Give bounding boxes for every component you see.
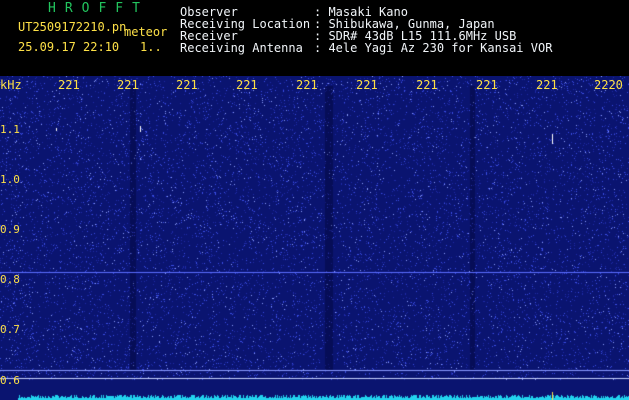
spectrogram-canvas <box>0 76 629 400</box>
freq-label: 0.6 <box>0 374 20 387</box>
file-name: UT2509172210.pn <box>18 20 127 34</box>
mode-label: meteor <box>124 25 168 39</box>
unit-label: kHz <box>0 78 22 92</box>
minute-label: 221 <box>176 78 198 92</box>
freq-label: 0.9 <box>0 223 20 236</box>
minute-label: 221 <box>416 78 438 92</box>
minute-label: 221 <box>296 78 318 92</box>
minute-label: 221 <box>356 78 378 92</box>
minute-label: 2220 <box>594 78 623 92</box>
spectrogram-plot: kHz 221 221 221 221 221 221 221 221 221 … <box>0 76 629 400</box>
minute-label: 221 <box>536 78 558 92</box>
capture-datetime: 25.09.17 22:10 <box>18 40 120 54</box>
minute-label: 221 <box>236 78 258 92</box>
info-key-antenna: Receiving Antenna <box>180 41 303 55</box>
minute-label: 221 <box>117 78 139 92</box>
minute-label: 221 <box>476 78 498 92</box>
app-brand: HROFFT <box>48 1 149 16</box>
capture-count: 1.. <box>140 40 162 54</box>
header-panel: HROFFT UT2509172210.pn meteor 25.09.17 2… <box>0 0 629 76</box>
minute-label: 221 <box>58 78 80 92</box>
freq-label: 0.8 <box>0 273 20 286</box>
freq-label: 1.0 <box>0 173 20 186</box>
freq-label: 0.7 <box>0 323 20 336</box>
freq-label: 1.1 <box>0 123 20 136</box>
info-value-antenna: : 4ele Yagi Az 230 for Kansai VOR <box>314 41 553 55</box>
